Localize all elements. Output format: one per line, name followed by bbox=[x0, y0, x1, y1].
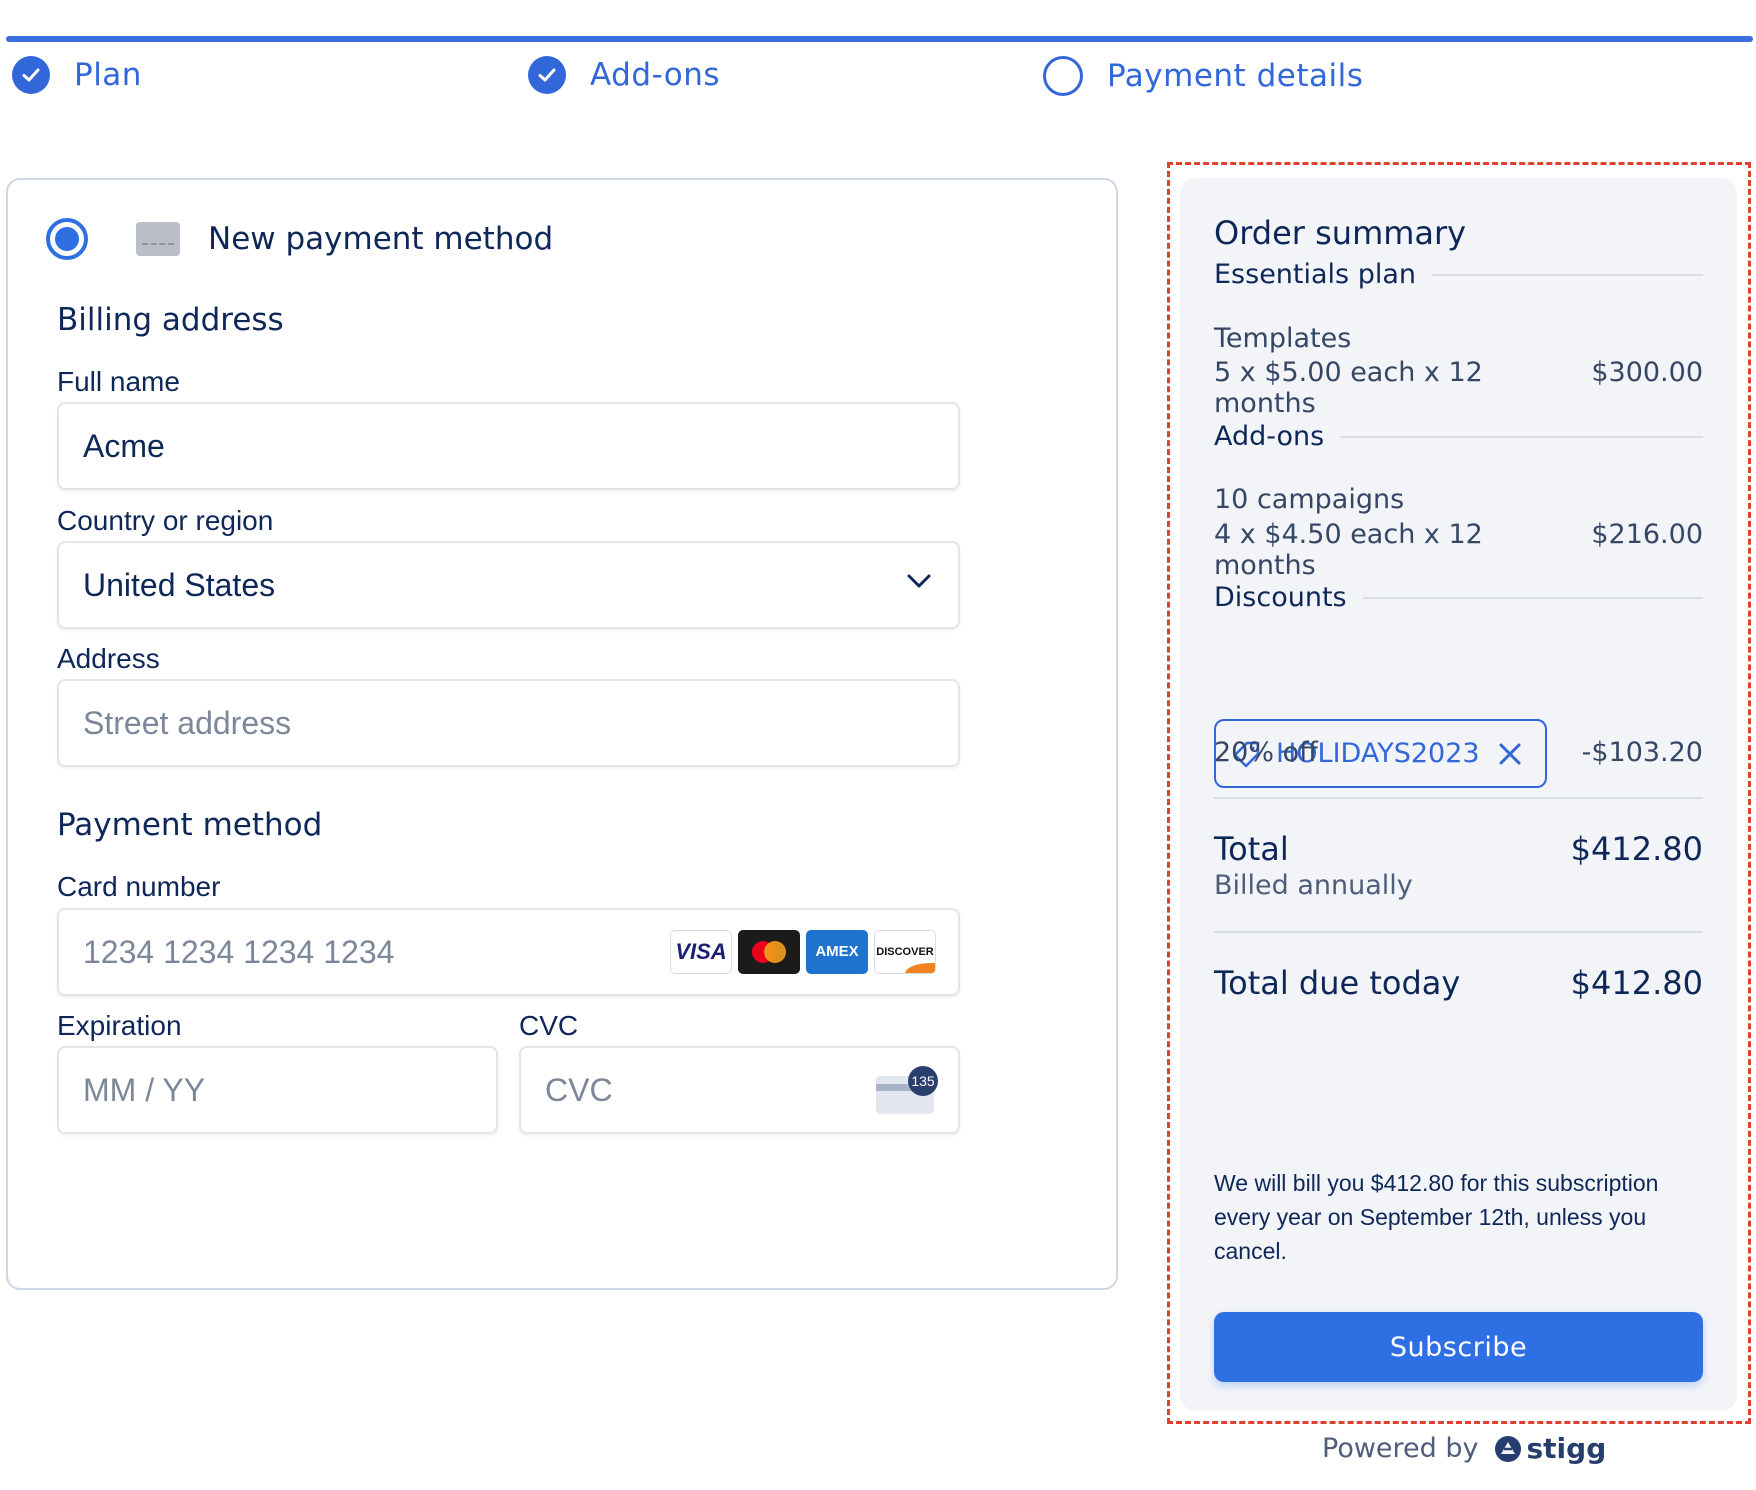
card-number-input[interactable]: 1234 1234 1234 1234 VISA AMEX DISCOVER bbox=[57, 908, 960, 996]
payment-method-option[interactable]: New payment method bbox=[46, 218, 553, 260]
discount-line: 20% off -$103.20 bbox=[1214, 737, 1703, 768]
cvc-placeholder: CVC bbox=[545, 1071, 613, 1108]
due-today-label: Total due today bbox=[1214, 964, 1461, 1002]
cvc-label: CVC bbox=[519, 1010, 579, 1041]
subscribe-button[interactable]: Subscribe bbox=[1214, 1312, 1703, 1382]
powered-by-label: Powered by bbox=[1322, 1433, 1479, 1464]
card-number-placeholder: 1234 1234 1234 1234 bbox=[83, 933, 395, 970]
total-label: Total bbox=[1214, 830, 1289, 868]
mastercard-logo-icon bbox=[738, 930, 800, 974]
discounts-header-label: Discounts bbox=[1214, 582, 1347, 613]
billing-note: We will bill you $412.80 for this subscr… bbox=[1214, 1170, 1659, 1264]
payment-method-title: Payment method bbox=[57, 807, 323, 843]
plan-section-header: Essentials plan bbox=[1214, 259, 1703, 290]
full-name-input[interactable]: Acme bbox=[57, 402, 960, 490]
card-number-label: Card number bbox=[57, 871, 221, 902]
addon-item-name: 10 campaigns bbox=[1214, 484, 1405, 515]
addons-section-header: Add-ons bbox=[1214, 421, 1703, 452]
empty-circle-icon bbox=[1043, 56, 1083, 96]
addons-header-label: Add-ons bbox=[1214, 421, 1325, 452]
step-add-ons[interactable]: Add-ons bbox=[528, 56, 720, 94]
discover-logo-icon: DISCOVER bbox=[874, 930, 936, 974]
step-plan[interactable]: Plan bbox=[12, 56, 142, 94]
visa-logo-icon: VISA bbox=[670, 930, 732, 974]
expiration-label: Expiration bbox=[57, 1010, 182, 1041]
country-select[interactable]: United States bbox=[57, 541, 960, 629]
step-label: Add-ons bbox=[590, 57, 721, 93]
cvc-card-icon: 135 bbox=[876, 1066, 938, 1114]
radio-selected[interactable] bbox=[46, 218, 88, 260]
plan-header-label: Essentials plan bbox=[1214, 259, 1416, 290]
order-summary: Order summary Essentials plan Templates … bbox=[1180, 178, 1737, 1411]
plan-item-name: Templates bbox=[1214, 323, 1352, 354]
step-label: Plan bbox=[74, 57, 142, 93]
divider bbox=[1214, 797, 1703, 799]
billing-cycle: Billed annually bbox=[1214, 870, 1413, 901]
step-label: Payment details bbox=[1107, 58, 1364, 94]
amex-logo-icon: AMEX bbox=[806, 930, 868, 974]
addon-item-line: 4 x $4.50 each x 12 months $216.00 bbox=[1214, 519, 1703, 581]
step-payment-details[interactable]: Payment details bbox=[1043, 56, 1363, 96]
discount-amount: -$103.20 bbox=[1581, 737, 1703, 768]
address-input[interactable]: Street address bbox=[57, 679, 960, 767]
stigg-logo-icon bbox=[1494, 1435, 1521, 1462]
payment-form-card: New payment method Billing address Full … bbox=[6, 178, 1118, 1290]
divider bbox=[1214, 931, 1703, 933]
powered-by: Powered by stigg bbox=[1322, 1432, 1606, 1465]
plan-item-line: 5 x $5.00 each x 12 months $300.00 bbox=[1214, 357, 1703, 419]
due-today-line: Total due today $412.80 bbox=[1214, 964, 1703, 1002]
order-summary-title: Order summary bbox=[1214, 214, 1467, 252]
cvc-input[interactable]: CVC 135 bbox=[519, 1046, 960, 1134]
stigg-logo[interactable]: stigg bbox=[1493, 1432, 1607, 1465]
chevron-down-icon bbox=[907, 574, 931, 588]
total-amount: $412.80 bbox=[1570, 830, 1703, 868]
check-circle-icon bbox=[528, 56, 566, 94]
cvc-badge: 135 bbox=[908, 1066, 938, 1096]
country-label: Country or region bbox=[57, 505, 274, 536]
card-brands: VISA AMEX DISCOVER bbox=[670, 930, 936, 974]
expiration-input[interactable]: MM / YY bbox=[57, 1046, 498, 1134]
credit-card-icon bbox=[136, 222, 180, 256]
check-circle-icon bbox=[12, 56, 50, 94]
country-value: United States bbox=[83, 566, 276, 603]
addon-item-detail: 4 x $4.50 each x 12 months bbox=[1214, 519, 1483, 581]
discount-label: 20% off bbox=[1214, 737, 1318, 768]
payment-method-option-label: New payment method bbox=[208, 221, 554, 257]
stigg-brand: stigg bbox=[1526, 1432, 1607, 1465]
plan-item-detail: 5 x $5.00 each x 12 months bbox=[1214, 357, 1483, 419]
full-name-label: Full name bbox=[57, 366, 180, 397]
total-line: Total $412.80 bbox=[1214, 830, 1703, 868]
progress-bar bbox=[6, 36, 1753, 42]
discounts-section-header: Discounts bbox=[1214, 582, 1703, 613]
due-today-amount: $412.80 bbox=[1570, 964, 1703, 1002]
address-label: Address bbox=[57, 643, 160, 674]
billing-address-title: Billing address bbox=[57, 302, 284, 338]
plan-item-price: $300.00 bbox=[1591, 357, 1703, 388]
addon-item-price: $216.00 bbox=[1591, 519, 1703, 550]
